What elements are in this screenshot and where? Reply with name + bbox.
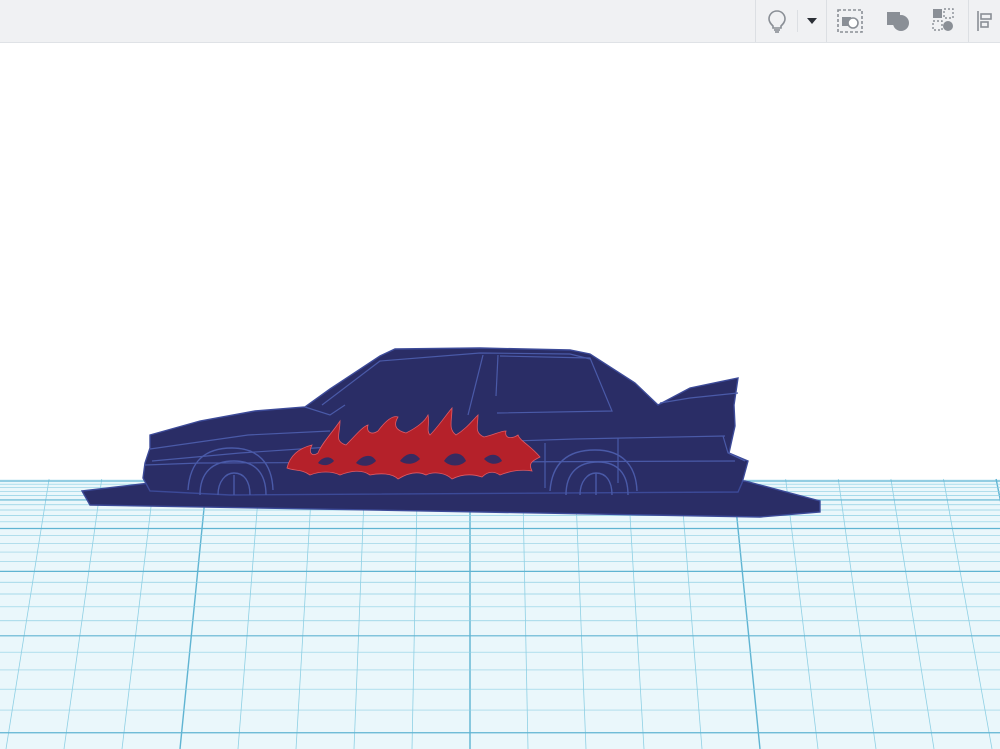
workplane-icon[interactable] <box>835 6 865 36</box>
scene-canvas[interactable] <box>0 43 1000 749</box>
car-model[interactable] <box>80 347 821 518</box>
3d-viewport[interactable] <box>0 43 1000 749</box>
align-icon[interactable] <box>975 6 1000 36</box>
top-toolbar <box>0 0 1000 43</box>
toolbar-divider <box>826 0 827 42</box>
grid-surface <box>0 479 1000 749</box>
shapes-icon[interactable] <box>929 6 959 36</box>
lightbulb-icon[interactable] <box>762 6 792 36</box>
app-window <box>0 0 1000 749</box>
toolbar-divider <box>755 0 756 42</box>
solid-hole-icon[interactable] <box>883 6 913 36</box>
caret-down-icon[interactable] <box>798 6 826 36</box>
workplane-grid <box>0 478 1000 749</box>
toolbar-divider <box>968 0 969 42</box>
